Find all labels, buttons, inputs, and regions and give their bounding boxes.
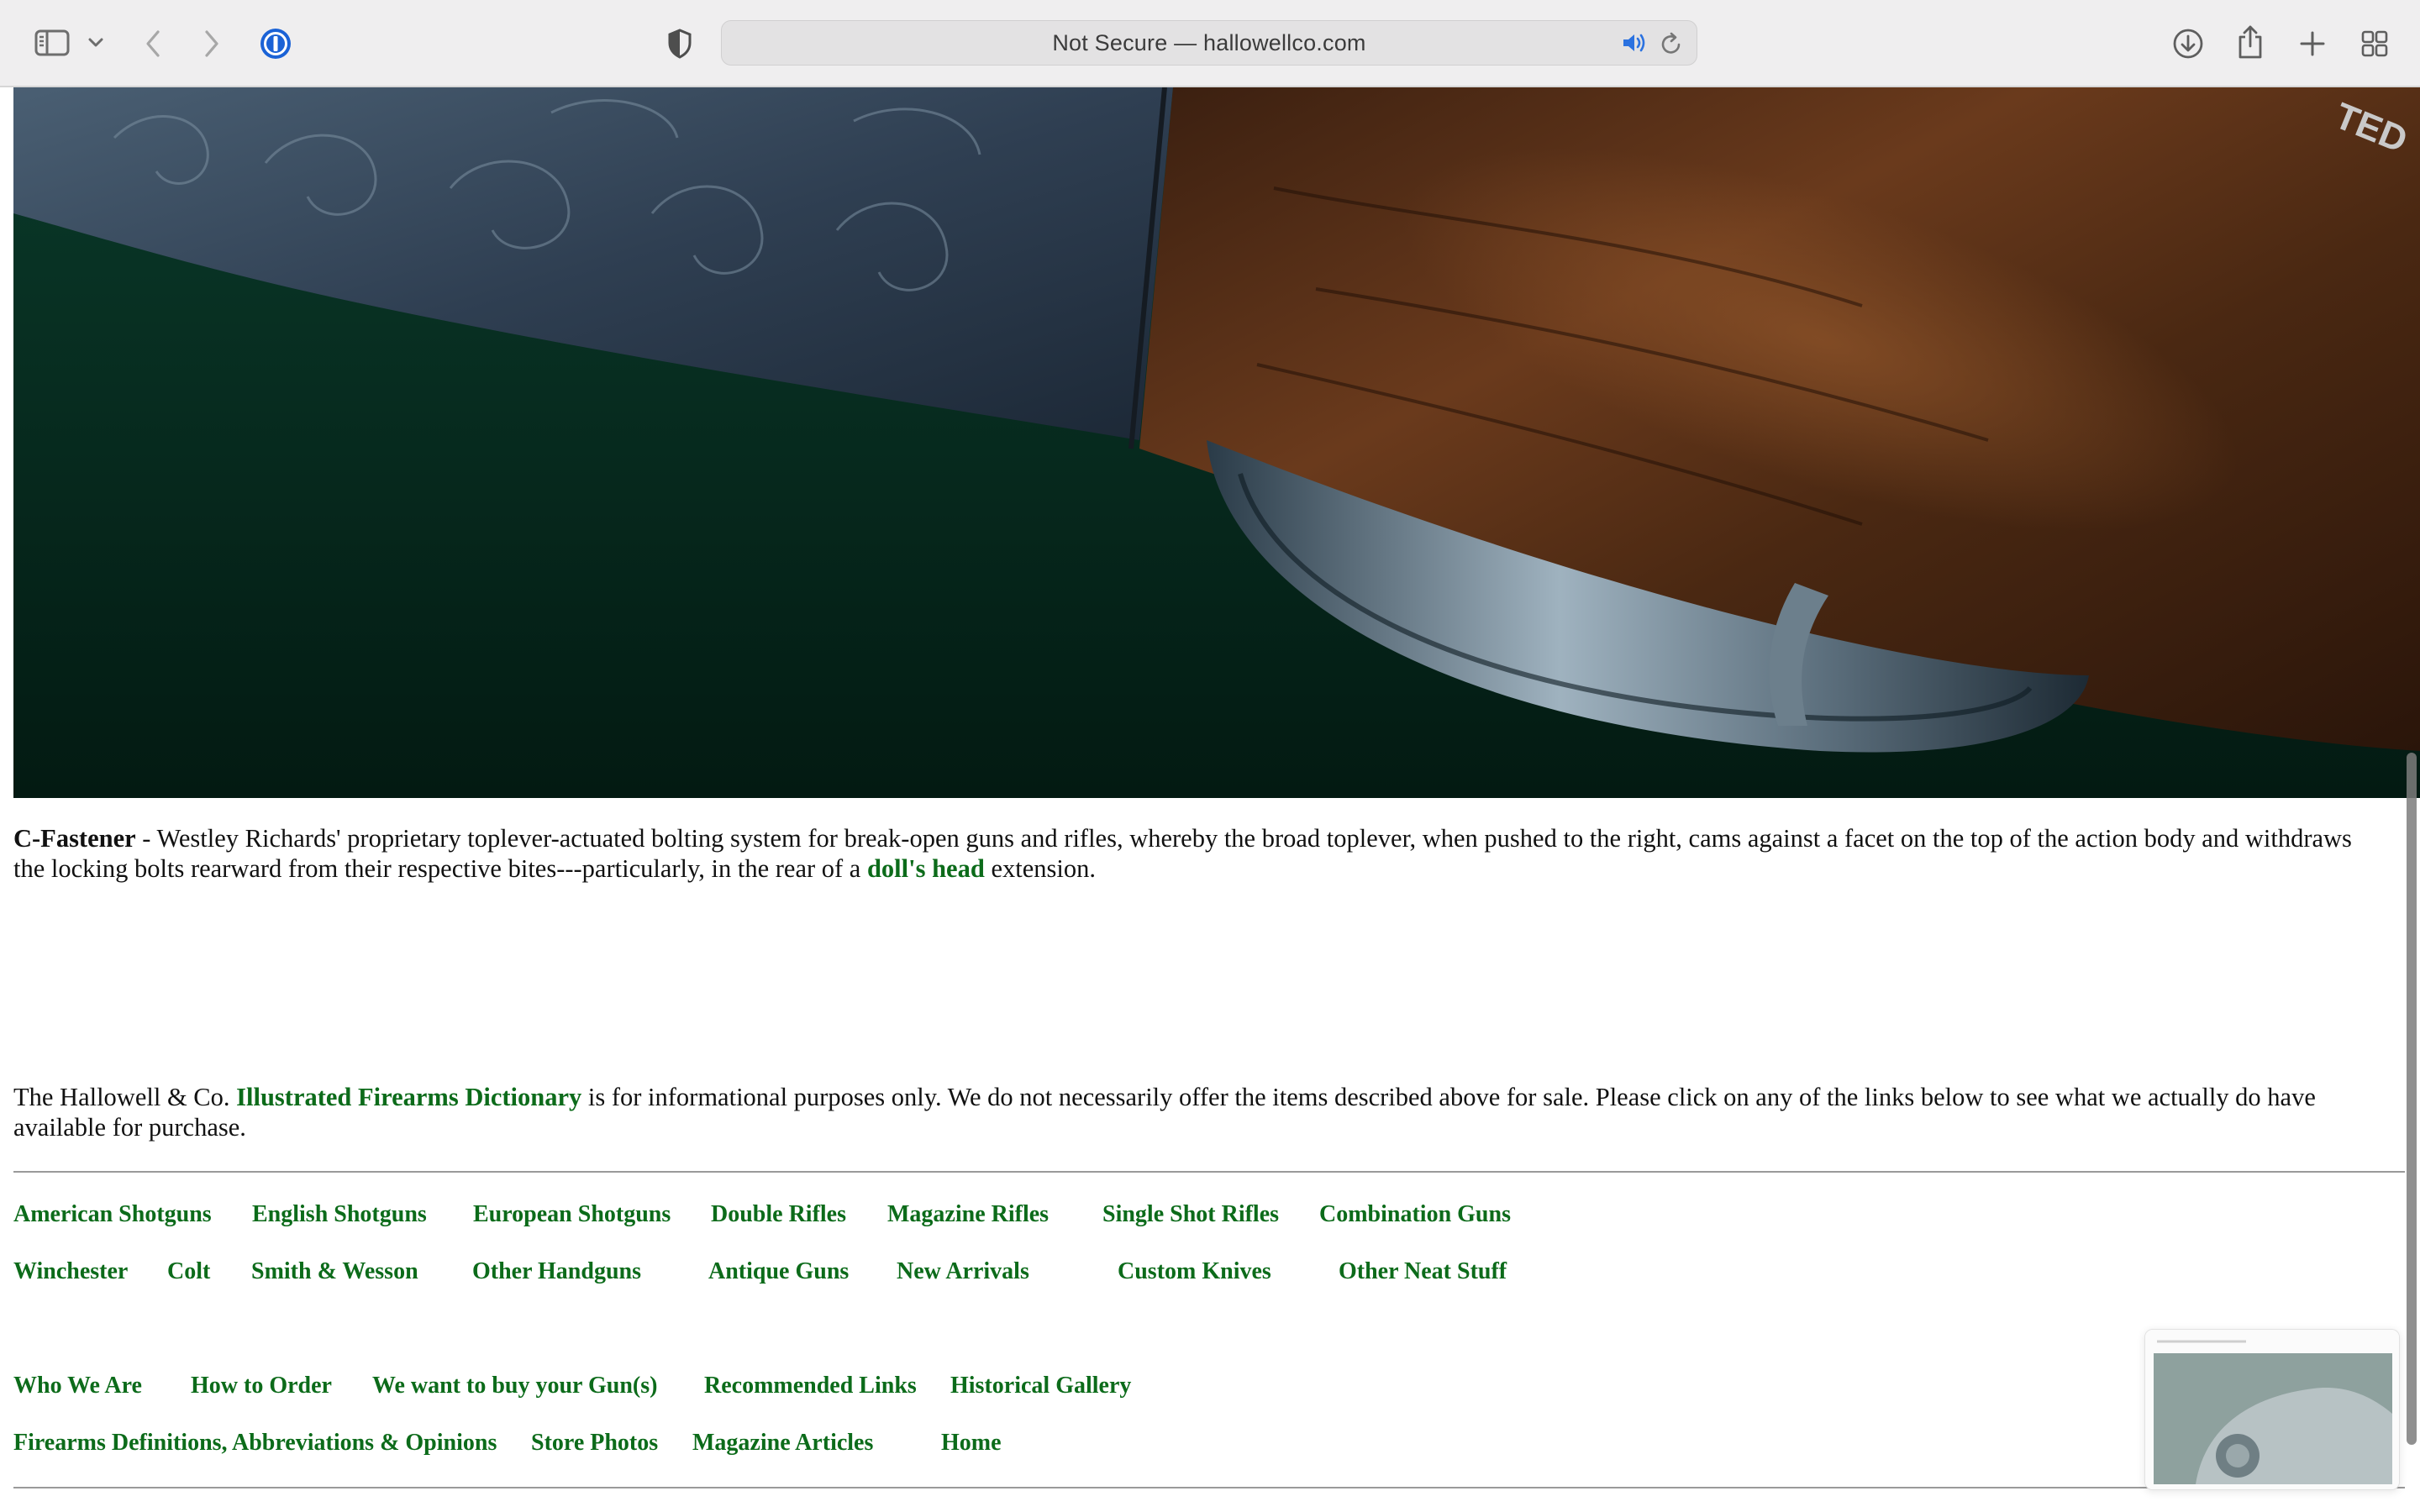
share-icon	[2238, 25, 2262, 59]
reload-button[interactable]	[1660, 31, 1683, 60]
nav-link-recommended-links[interactable]: Recommended Links	[704, 1373, 917, 1399]
address-text: Not Secure — hallowellco.com	[1052, 29, 1366, 55]
nav-link-combination-guns[interactable]: Combination Guns	[1319, 1201, 1511, 1228]
nav-link-magazine-articles[interactable]: Magazine Articles	[692, 1430, 873, 1457]
back-icon	[146, 30, 160, 57]
privacy-shield-icon	[668, 29, 692, 59]
nav-link-smith-wesson[interactable]: Smith & Wesson	[251, 1258, 418, 1285]
reload-icon	[1661, 32, 1681, 54]
nav-link-american-shotguns[interactable]: American Shotguns	[13, 1201, 212, 1228]
nav-link-other-handguns[interactable]: Other Handguns	[472, 1258, 641, 1285]
nav-row-guns: American Shotguns English Shotguns Europ…	[0, 1201, 1681, 1235]
new-tab-icon	[2300, 31, 2325, 56]
definition-term: C-Fastener	[13, 824, 136, 853]
tab-overview-icon	[2361, 30, 2388, 57]
forward-button[interactable]	[195, 25, 229, 62]
chevron-down-icon	[88, 38, 103, 47]
nav-row-resources: Firearms Definitions, Abbreviations & Op…	[0, 1430, 1681, 1463]
nav-link-antique-guns[interactable]: Antique Guns	[708, 1258, 849, 1285]
back-button[interactable]	[136, 25, 170, 62]
new-tab-button[interactable]	[2294, 25, 2331, 62]
forward-icon	[205, 30, 218, 57]
nav-link-double-rifles[interactable]: Double Rifles	[711, 1201, 846, 1228]
gun-action-illustration: TED	[13, 87, 2420, 798]
preview-image	[2145, 1330, 2399, 1489]
browser-toolbar: Not Secure — hallowellco.com	[0, 0, 2420, 87]
nav-link-european-shotguns[interactable]: European Shotguns	[473, 1201, 671, 1228]
audio-button[interactable]	[1621, 31, 1648, 59]
nav-link-who-we-are[interactable]: Who We Are	[13, 1373, 142, 1399]
nav-link-new-arrivals[interactable]: New Arrivals	[897, 1258, 1029, 1285]
privacy-report-button[interactable]	[662, 27, 697, 60]
nav-link-custom-knives[interactable]: Custom Knives	[1118, 1258, 1271, 1285]
nav-link-historical-gallery[interactable]: Historical Gallery	[950, 1373, 1131, 1399]
nav-link-magazine-rifles[interactable]: Magazine Rifles	[887, 1201, 1049, 1228]
nav-link-store-photos[interactable]: Store Photos	[531, 1430, 658, 1457]
nav-link-firearms-definitions[interactable]: Firearms Definitions, Abbreviations & Op…	[13, 1430, 497, 1457]
nav-link-single-shot-rifles[interactable]: Single Shot Rifles	[1102, 1201, 1279, 1228]
definition-text-end: extension.	[984, 854, 1096, 883]
audio-icon	[1623, 34, 1645, 52]
divider-top	[13, 1171, 2405, 1173]
divider-bottom	[13, 1487, 2405, 1488]
page-scrollbar[interactable]	[2407, 753, 2417, 1445]
sidebar-toggle-button[interactable]	[30, 24, 74, 62]
definition-text: - Westley Richards' proprietary toplever…	[13, 824, 2352, 883]
sidebar-icon	[34, 29, 70, 56]
tab-overview-button[interactable]	[2356, 25, 2393, 62]
video-preview-thumbnail[interactable]	[2144, 1329, 2400, 1490]
share-button[interactable]	[2232, 22, 2269, 62]
nav-link-home[interactable]: Home	[941, 1430, 1002, 1457]
nav-link-english-shotguns[interactable]: English Shotguns	[252, 1201, 427, 1228]
nav-link-winchester[interactable]: Winchester	[13, 1258, 128, 1285]
nav-link-how-to-order[interactable]: How to Order	[191, 1373, 332, 1399]
disclaimer-text: The Hallowell & Co.	[13, 1083, 237, 1111]
nav-row-makers: Winchester Colt Smith & Wesson Other Han…	[0, 1258, 1681, 1292]
nav-link-other-neat-stuff[interactable]: Other Neat Stuff	[1339, 1258, 1507, 1285]
sidebar-menu-button[interactable]	[84, 30, 108, 55]
nav-row-info: Who We Are How to Order We want to buy y…	[0, 1373, 1681, 1406]
password-manager-button[interactable]	[257, 25, 294, 62]
download-icon	[2173, 29, 2203, 59]
dolls-head-link[interactable]: doll's head	[867, 854, 985, 883]
address-bar[interactable]: Not Secure — hallowellco.com	[721, 20, 1697, 66]
password-manager-icon	[260, 29, 291, 59]
downloads-button[interactable]	[2170, 25, 2207, 62]
illustrated-dictionary-link[interactable]: Illustrated Firearms Dictionary	[236, 1083, 581, 1111]
nav-link-buy-your-guns[interactable]: We want to buy your Gun(s)	[372, 1373, 657, 1399]
nav-link-colt[interactable]: Colt	[167, 1258, 210, 1285]
definition-paragraph: C-Fastener - Westley Richards' proprieta…	[13, 823, 2383, 884]
hero-photo: TED	[13, 87, 2420, 798]
disclaimer-paragraph: The Hallowell & Co. Illustrated Firearms…	[13, 1082, 2383, 1142]
